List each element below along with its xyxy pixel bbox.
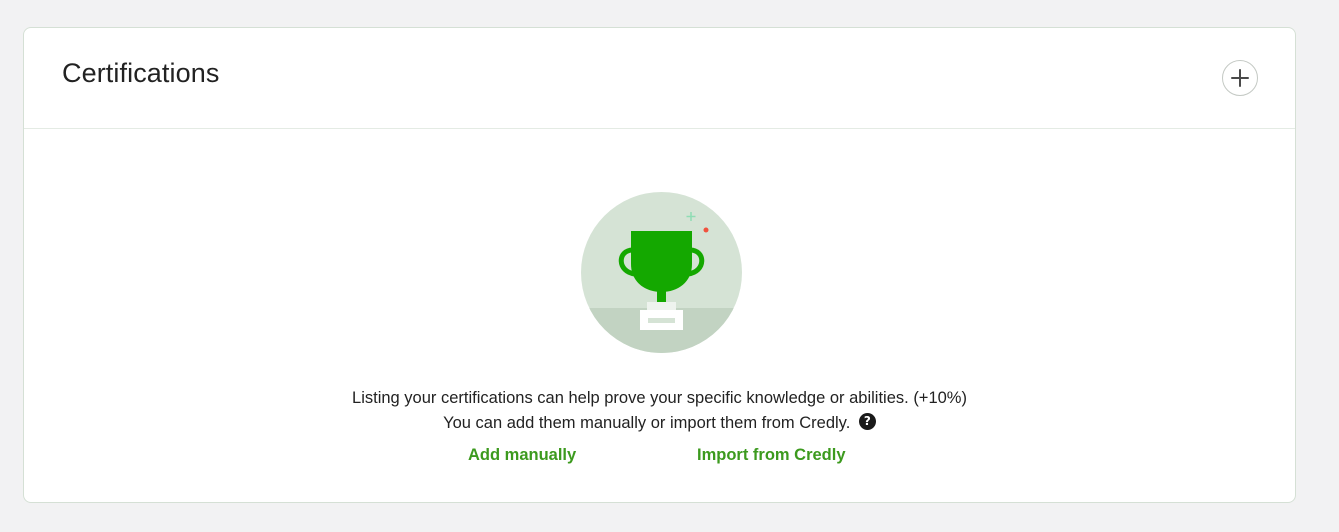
add-certification-button[interactable] [1222, 60, 1258, 96]
question-icon[interactable]: ? [858, 413, 876, 430]
card-header: Certifications [24, 28, 1295, 129]
add-manually-link[interactable]: Add manually [468, 446, 576, 465]
empty-state-description-line1: Listing your certifications can help pro… [352, 389, 967, 407]
empty-state-description-line2-text: You can add them manually or import them… [443, 414, 851, 432]
certifications-card: Certifications Listing your certificatio… [23, 27, 1296, 503]
import-from-credly-link[interactable]: Import from Credly [697, 446, 846, 465]
empty-state-description-line2: You can add them manually or import them… [24, 411, 1295, 436]
plus-icon [1231, 69, 1249, 87]
trophy-icon [581, 192, 742, 353]
section-title: Certifications [62, 58, 220, 88]
